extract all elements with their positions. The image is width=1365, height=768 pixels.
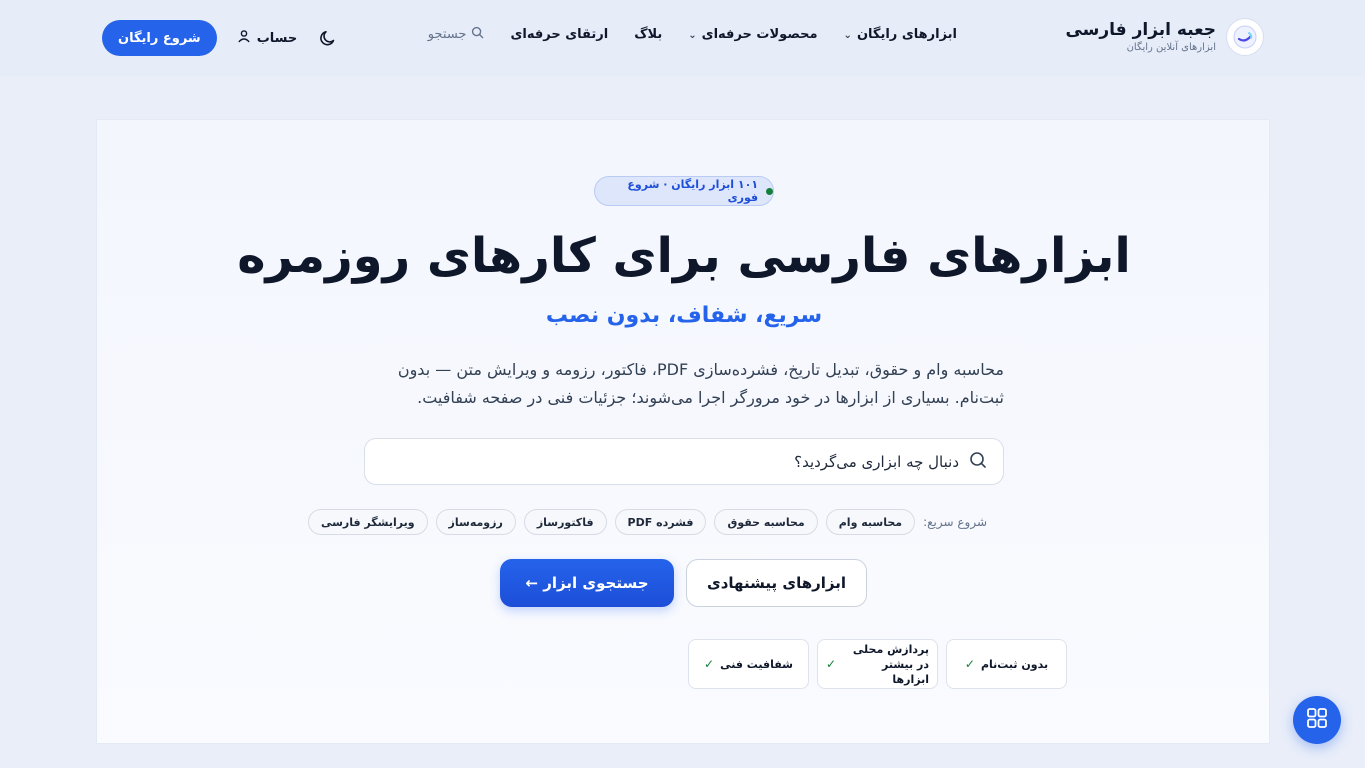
quick-start-row: شروع سریع: محاسبه وام محاسبه حقوق فشرده … [307, 509, 987, 535]
brand-title: جعبه ابزار فارسی [1065, 20, 1216, 40]
cta-row: جستجوی ابزار ← ابزارهای پیشنهادی [500, 559, 867, 607]
user-icon [237, 29, 251, 47]
quick-chip-salary[interactable]: محاسبه حقوق [714, 509, 818, 535]
site-header: جعبه ابزار فارسی ابزارهای آنلاین رایگان … [0, 0, 1365, 76]
quick-chip-editor[interactable]: ویرایشگر فارسی [307, 509, 428, 535]
check-icon: ✓ [826, 657, 837, 671]
nav-search-label: جستجو [427, 27, 467, 42]
suggested-tools-button[interactable]: ابزارهای پیشنهادی [686, 559, 867, 607]
nav-item-pro-upgrade[interactable]: ارتقای حرفه‌ای [510, 27, 608, 42]
hero-title: ابزارهای فارسی برای کارهای روزمره [237, 228, 1131, 284]
quick-chip-loan[interactable]: محاسبه وام [825, 509, 916, 535]
nav-item-free-tools[interactable]: ابزارهای رایگان ⌄ [844, 27, 957, 42]
main-nav: ابزارهای رایگان ⌄ محصولات حرفه‌ای ⌄ بلاگ… [428, 26, 957, 43]
features-row: شفافیت فنی ✓ پردازش محلی در بیشتر ابزاره… [688, 639, 1067, 689]
nav-search-button[interactable]: جستجو [428, 26, 485, 43]
quick-chip-invoice[interactable]: فاکتورساز [523, 509, 607, 535]
brand-logo-icon [1226, 18, 1264, 56]
nav-item-label: محصولات حرفه‌ای [701, 27, 818, 42]
feature-label: پردازش محلی در بیشتر ابزارها [852, 642, 929, 686]
nav-item-pro-products[interactable]: محصولات حرفه‌ای ⌄ [688, 27, 817, 42]
status-dot-icon [766, 187, 773, 195]
badge-text: ۱۰۱ ابزار رایگان · شروع فوری [627, 178, 759, 204]
feature-label: شفافیت فنی [720, 657, 793, 671]
brand[interactable]: جعبه ابزار فارسی ابزارهای آنلاین رایگان [1065, 18, 1264, 56]
tools-menu-button[interactable] [1293, 696, 1341, 744]
feature-label: بدون ثبت‌نام [980, 657, 1049, 671]
quick-chip-pdf[interactable]: فشرده PDF [614, 509, 707, 535]
hero-subtitle: سریع، شفاف، بدون نصب [545, 303, 823, 328]
check-icon: ✓ [704, 657, 715, 671]
account-button[interactable]: حساب [237, 29, 298, 47]
feature-transparency: شفافیت فنی ✓ [688, 639, 809, 689]
search-icon [471, 26, 484, 43]
hero-description: محاسبه وام و حقوق، تبدیل تاریخ، فشرده‌سا… [397, 360, 1004, 407]
feature-no-signup: بدون ثبت‌نام ✓ [946, 639, 1067, 689]
tools-count-badge: ۱۰۱ ابزار رایگان · شروع فوری [594, 176, 774, 206]
nav-item-blog[interactable]: بلاگ [634, 27, 662, 42]
nav-item-label: ارتقای حرفه‌ای [510, 27, 609, 42]
moon-icon[interactable] [317, 27, 339, 49]
tool-search-input[interactable] [381, 439, 959, 484]
grid-icon [1306, 707, 1328, 733]
chevron-down-icon: ⌄ [688, 30, 697, 41]
start-free-button[interactable]: شروع رایگان [102, 20, 217, 56]
search-tools-button[interactable]: جستجوی ابزار ← [500, 559, 674, 607]
hero-section: ۱۰۱ ابزار رایگان · شروع فوری ابزارهای فا… [96, 119, 1270, 744]
search-icon [969, 451, 987, 473]
check-icon: ✓ [964, 657, 975, 671]
nav-item-label: بلاگ [634, 27, 663, 42]
nav-item-label: ابزارهای رایگان [856, 27, 957, 42]
feature-local-processing: پردازش محلی در بیشتر ابزارها ✓ [817, 639, 938, 689]
brand-subtitle: ابزارهای آنلاین رایگان [1126, 42, 1216, 53]
quick-chip-resume[interactable]: رزومه‌ساز [435, 509, 516, 535]
chevron-down-icon: ⌄ [843, 30, 852, 41]
quick-start-label: شروع سریع: [923, 515, 987, 529]
header-actions: شروع رایگان حساب [102, 20, 339, 56]
account-label: حساب [256, 30, 298, 46]
tool-search-box[interactable] [364, 438, 1004, 485]
